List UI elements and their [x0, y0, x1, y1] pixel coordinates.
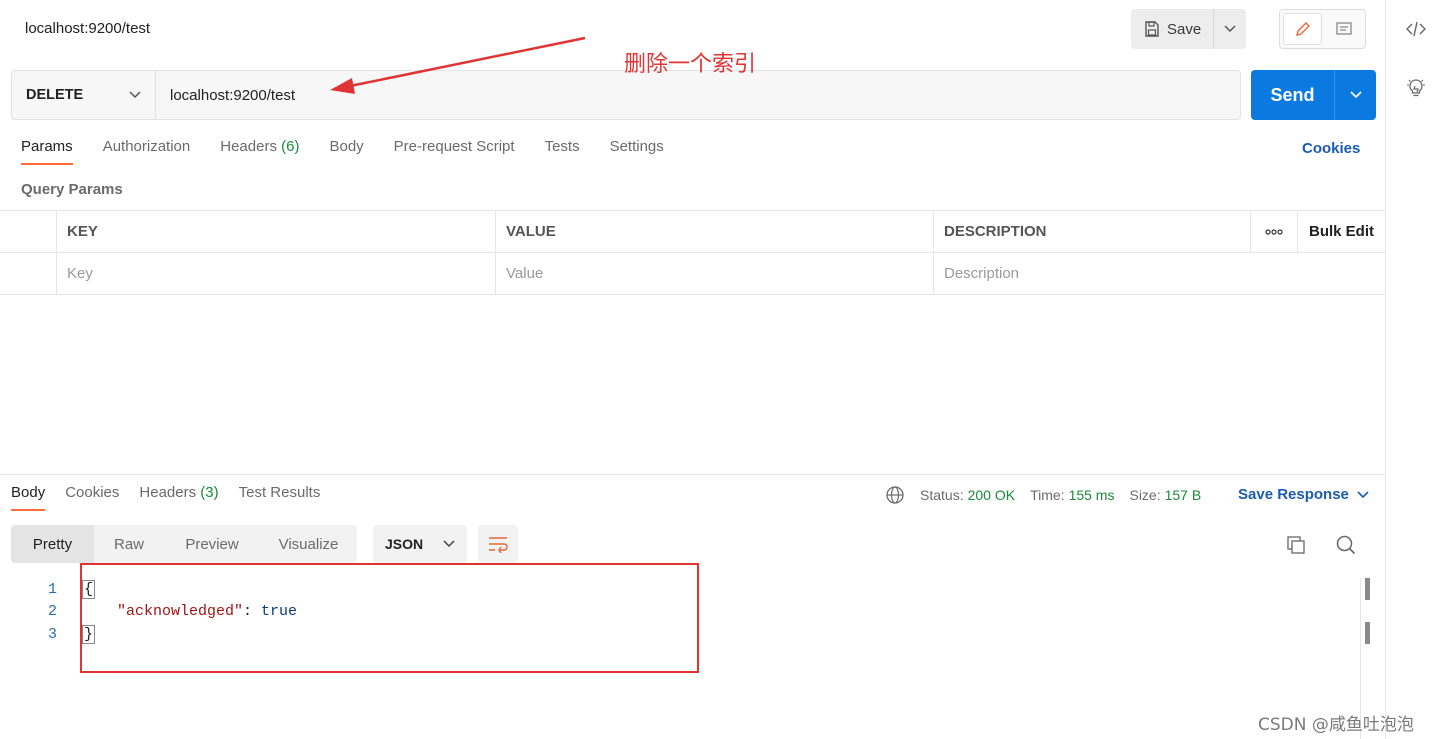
view-raw[interactable]: Raw [94, 525, 164, 563]
send-group: Send [1251, 70, 1376, 120]
right-sidebar [1387, 0, 1446, 739]
code-line: 3 } [0, 623, 1360, 646]
response-divider[interactable] [0, 474, 1385, 475]
row-checkbox-cell [0, 253, 57, 294]
code-line: 2 "acknowledged": true [0, 601, 1360, 624]
method-label: DELETE [26, 87, 84, 103]
tab-body[interactable]: Body [329, 138, 363, 165]
response-tab-body[interactable]: Body [11, 484, 46, 511]
response-headers-count: (3) [200, 484, 219, 501]
line-number: 1 [47, 580, 57, 598]
search-icon [1336, 535, 1356, 555]
line-number: 2 [47, 603, 57, 621]
tab-authorization[interactable]: Authorization [103, 138, 191, 165]
save-options-button[interactable] [1214, 9, 1246, 49]
view-pretty[interactable]: Pretty [11, 525, 94, 563]
code-icon [1406, 21, 1426, 37]
table-header-row: KEY VALUE DESCRIPTION Bulk Edit [0, 211, 1385, 253]
checkbox-column [0, 211, 57, 252]
code-snippet-button[interactable] [1405, 18, 1427, 40]
chevron-down-icon [1357, 490, 1369, 498]
copy-button[interactable] [1285, 534, 1307, 559]
comment-icon [1335, 22, 1352, 35]
tab-params[interactable]: Params [21, 138, 73, 165]
response-tab-test-results[interactable]: Test Results [239, 484, 321, 511]
status-label: Status: [920, 487, 964, 503]
code-line: 1 { [0, 578, 1360, 601]
save-icon [1145, 21, 1159, 37]
url-input[interactable] [156, 71, 1240, 119]
open-brace: { [82, 579, 96, 599]
save-label: Save [1167, 20, 1202, 38]
size-label: Size: [1129, 487, 1161, 503]
request-title[interactable]: localhost:9200/test [25, 20, 150, 37]
key-input[interactable]: Key [57, 253, 496, 294]
tab-headers[interactable]: Headers (6) [220, 138, 299, 165]
search-button[interactable] [1335, 534, 1357, 559]
request-panel: localhost:9200/test Save DELETE Send [0, 0, 1386, 739]
comment-mode-button[interactable] [1325, 13, 1362, 45]
response-tabs: Body Cookies Headers (3) Test Results [11, 484, 340, 511]
pencil-icon [1295, 22, 1310, 36]
tab-settings[interactable]: Settings [610, 138, 664, 165]
info-button[interactable] [1405, 77, 1427, 99]
cookies-link[interactable]: Cookies [1302, 140, 1360, 157]
tab-pre-request-script[interactable]: Pre-request Script [394, 138, 515, 165]
copy-icon [1287, 536, 1305, 554]
lightbulb-icon [1407, 79, 1425, 97]
send-button[interactable]: Send [1251, 70, 1335, 120]
response-body-editor[interactable]: 1 { 2 "acknowledged": true 3 } [0, 578, 1360, 646]
query-params-table: KEY VALUE DESCRIPTION Bulk Edit Key Valu… [0, 210, 1385, 295]
headers-count: (6) [281, 138, 300, 155]
wrap-lines-icon [489, 537, 508, 553]
save-group: Save [1131, 9, 1247, 49]
view-visualize[interactable]: Visualize [260, 525, 357, 563]
json-key: "acknowledged" [117, 603, 244, 621]
format-select[interactable]: JSON [373, 525, 467, 563]
chevron-down-icon [443, 540, 455, 548]
query-params-label: Query Params [21, 181, 123, 198]
tab-tests[interactable]: Tests [545, 138, 580, 165]
description-input[interactable]: Description [934, 253, 1385, 294]
response-meta: Status: 200 OK Time: 155 ms Size: 157 B [885, 485, 1216, 505]
response-tab-cookies[interactable]: Cookies [65, 484, 119, 511]
json-separator: : [243, 603, 262, 621]
value-input[interactable]: Value [496, 253, 934, 294]
save-response-label: Save Response [1238, 486, 1349, 503]
annotation-text: 删除一个索引 [624, 52, 757, 77]
method-select[interactable]: DELETE [12, 71, 156, 119]
ellipsis-icon [1265, 228, 1283, 235]
column-key: KEY [57, 211, 496, 252]
send-options-button[interactable] [1335, 70, 1376, 120]
save-button[interactable]: Save [1131, 9, 1215, 49]
view-mode-toggle [1279, 9, 1366, 49]
column-value: VALUE [496, 211, 934, 252]
edit-mode-button[interactable] [1283, 13, 1322, 45]
chevron-down-icon [1224, 25, 1236, 33]
table-row: Key Value Description [0, 253, 1385, 295]
time-label: Time: [1030, 487, 1065, 503]
request-tabs: Params Authorization Headers (6) Body Pr… [21, 138, 694, 165]
watermark: CSDN @咸鱼吐泡泡 [1258, 715, 1414, 735]
chevron-down-icon [1349, 91, 1362, 99]
line-number: 3 [47, 625, 57, 643]
response-view-tabs: Pretty Raw Preview Visualize [11, 525, 357, 563]
chevron-down-icon [129, 91, 141, 99]
scrollbar-thumb[interactable] [1365, 622, 1370, 644]
view-preview[interactable]: Preview [164, 525, 260, 563]
time-value[interactable]: 155 ms [1069, 487, 1115, 503]
status-value[interactable]: 200 OK [968, 487, 1015, 503]
scrollbar-marker [1365, 578, 1370, 600]
globe-icon[interactable] [885, 485, 905, 505]
close-brace: } [82, 624, 96, 644]
column-description: DESCRIPTION [934, 211, 1251, 252]
save-response-button[interactable]: Save Response [1238, 486, 1369, 503]
more-options-button[interactable] [1251, 211, 1298, 252]
format-label: JSON [385, 536, 424, 552]
bulk-edit-button[interactable]: Bulk Edit [1298, 211, 1385, 252]
size-value[interactable]: 157 B [1165, 487, 1202, 503]
json-value: true [261, 603, 298, 621]
response-tab-headers[interactable]: Headers (3) [139, 484, 218, 511]
wrap-lines-button[interactable] [478, 525, 518, 563]
